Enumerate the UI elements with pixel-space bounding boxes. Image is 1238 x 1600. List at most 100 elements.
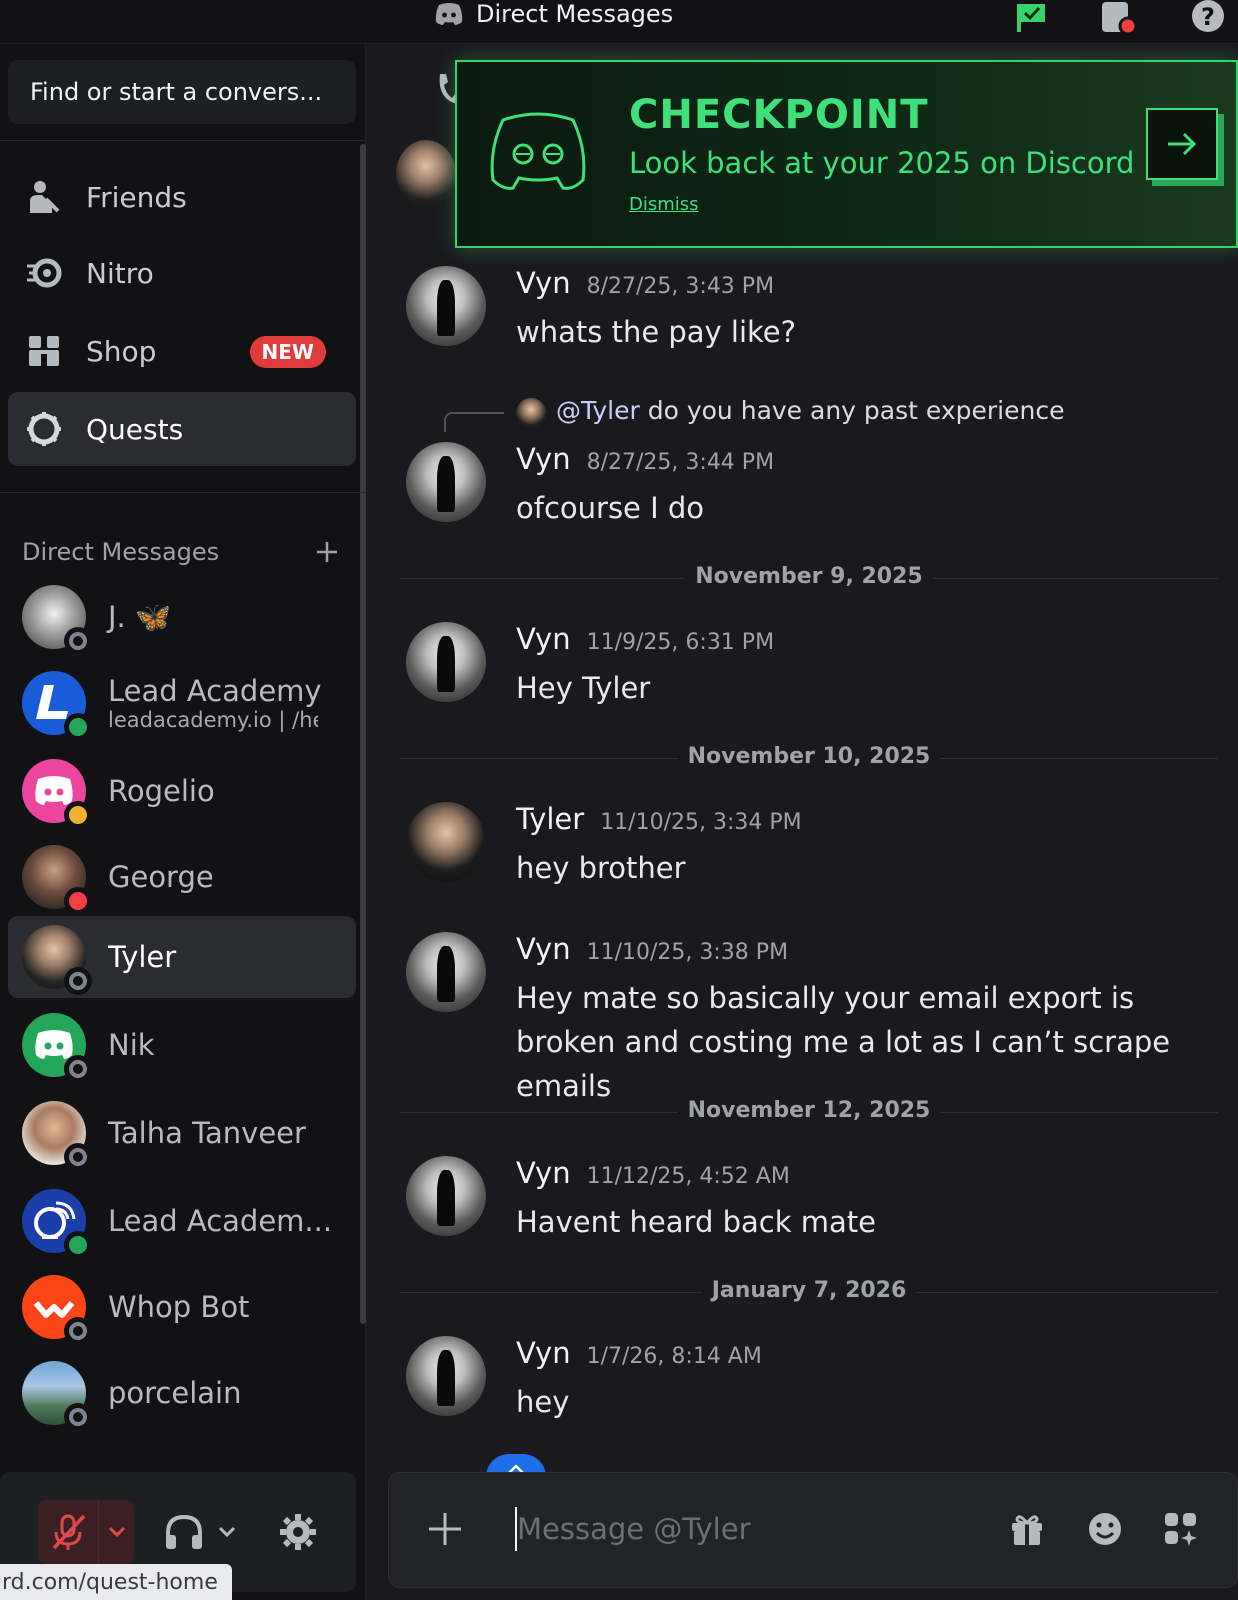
dm-name: Rogelio — [108, 774, 215, 808]
date-divider: November 12, 2025 — [400, 1098, 1218, 1128]
avatar — [22, 671, 92, 741]
headphones-icon[interactable] — [160, 1508, 208, 1556]
dm-name: J. 🦋 — [108, 599, 172, 634]
emoji-icon[interactable] — [1083, 1507, 1127, 1551]
message-text: hey brother — [516, 851, 686, 885]
find-conversation-label: Find or start a convers... — [30, 78, 323, 106]
avatar[interactable] — [406, 1336, 486, 1416]
create-dm-icon[interactable] — [312, 537, 342, 567]
message-text: whats the pay like? — [516, 315, 797, 349]
message-author[interactable]: Vyn — [516, 442, 571, 476]
avatar — [22, 925, 92, 995]
dm-item-lead-academy[interactable]: Lead Academy leadacademy.io | /hel — [8, 662, 356, 744]
avatar[interactable] — [406, 266, 486, 346]
avatar[interactable] — [406, 802, 486, 882]
avatar[interactable] — [406, 442, 486, 522]
chevron-down-icon[interactable] — [212, 1508, 242, 1556]
message-author[interactable]: Vyn — [516, 266, 571, 300]
dismiss-link[interactable]: Dismiss — [629, 194, 699, 215]
message-text: Havent heard back mate — [516, 1205, 876, 1239]
date-divider-label: January 7, 2026 — [400, 1278, 1218, 1303]
reply-context[interactable]: @Tyler do you have any past experience — [444, 396, 1144, 432]
message-author[interactable]: Tyler — [516, 802, 584, 836]
help-icon[interactable]: ? — [1188, 0, 1228, 36]
message[interactable]: Tyler 11/10/25, 3:34 PM hey brother — [406, 802, 1226, 892]
gear-icon[interactable] — [274, 1508, 322, 1556]
avatar — [22, 1189, 92, 1259]
status-online-icon — [64, 1231, 92, 1259]
message-input[interactable] — [517, 1503, 957, 1555]
sidebar-item-nitro[interactable]: Nitro — [8, 236, 356, 310]
checkpoint-banner[interactable]: CHECKPOINT Look back at your 2025 on Dis… — [455, 60, 1238, 248]
message-text: hey — [516, 1385, 570, 1419]
dm-item-lead-academy-2[interactable]: Lead Academ... — [8, 1180, 356, 1262]
status-offline-icon — [64, 1055, 92, 1083]
top-bar: Direct Messages ? — [0, 0, 1238, 44]
status-offline-icon — [64, 1403, 92, 1431]
apps-icon[interactable] — [1159, 1507, 1203, 1551]
status-offline-icon — [64, 1143, 92, 1171]
sidebar-item-quests[interactable]: Quests — [8, 392, 356, 466]
dm-item-whop-bot[interactable]: Whop Bot — [8, 1266, 356, 1348]
sidebar-item-friends[interactable]: Friends — [8, 160, 356, 234]
reply-mention[interactable]: @Tyler — [556, 396, 640, 425]
date-divider-text: November 10, 2025 — [677, 744, 941, 769]
avatar[interactable] — [406, 1156, 486, 1236]
message[interactable]: Vyn 8/27/25, 3:43 PM whats the pay like? — [406, 266, 1226, 356]
dm-item-tyler[interactable]: Tyler — [8, 916, 356, 998]
dm-name: Whop Bot — [108, 1290, 250, 1324]
status-online-icon — [64, 713, 92, 741]
dm-name: Lead Academ... — [108, 1204, 333, 1238]
dm-name: George — [108, 860, 214, 894]
message-text: ofcourse I do — [516, 491, 705, 525]
message[interactable]: Vyn 11/9/25, 6:31 PM Hey Tyler — [406, 622, 1226, 712]
dm-item-rogelio[interactable]: Rogelio — [8, 750, 356, 832]
quest-flag-icon[interactable] — [1012, 0, 1052, 36]
dm-name: porcelain — [108, 1376, 242, 1410]
dm-item-porcelain[interactable]: porcelain — [8, 1352, 356, 1434]
attach-plus-icon[interactable] — [425, 1509, 465, 1549]
date-divider: November 9, 2025 — [400, 564, 1218, 594]
message-author[interactable]: Vyn — [516, 622, 571, 656]
divider — [0, 492, 366, 493]
message[interactable]: Vyn 8/27/25, 3:44 PM ofcourse I do — [406, 442, 1226, 532]
message-author[interactable]: Vyn — [516, 932, 571, 966]
inbox-icon[interactable] — [1098, 0, 1138, 36]
dm-item-j[interactable]: J. 🦋 — [8, 576, 356, 658]
dm-name: Lead Academy — [108, 674, 322, 708]
date-divider-label: November 12, 2025 — [400, 1098, 1218, 1123]
divider — [0, 140, 366, 141]
message-text: Hey Tyler — [516, 671, 651, 705]
avatar[interactable] — [406, 622, 486, 702]
message-text: Hey mate so basically your email export … — [516, 981, 1171, 1103]
sidebar: Find or start a convers... Friends Nitro… — [0, 44, 366, 1600]
reply-excerpt: do you have any past experience — [647, 396, 1065, 425]
open-checkpoint-button[interactable] — [1146, 108, 1218, 180]
chevron-down-icon[interactable] — [98, 1500, 134, 1564]
dm-item-talha-tanveer[interactable]: Talha Tanveer — [8, 1092, 356, 1174]
dm-item-george[interactable]: George — [8, 836, 356, 918]
message-timestamp: 8/27/25, 3:44 PM — [586, 450, 775, 475]
message[interactable]: Vyn 1/7/26, 8:14 AM hey — [406, 1336, 1226, 1426]
message-timestamp: 11/10/25, 3:34 PM — [600, 810, 802, 835]
date-divider: November 10, 2025 — [400, 744, 1218, 774]
message[interactable]: Vyn 11/12/25, 4:52 AM Havent heard back m… — [406, 1156, 1226, 1246]
avatar[interactable] — [406, 932, 486, 1012]
dm-item-nik[interactable]: Nik — [8, 1004, 356, 1086]
message-timestamp: 8/27/25, 3:43 PM — [586, 274, 775, 299]
dm-name: Nik — [108, 1028, 155, 1062]
unmute-button[interactable] — [38, 1500, 134, 1564]
status-dnd-icon — [64, 887, 92, 915]
message[interactable]: Vyn 11/10/25, 3:38 PM Hey mate so basical… — [406, 932, 1226, 1103]
microphone-muted-icon — [38, 1500, 98, 1564]
avatar — [22, 845, 92, 915]
gift-icon[interactable] — [1005, 1507, 1049, 1551]
find-conversation-button[interactable]: Find or start a convers... — [8, 60, 356, 124]
message-author[interactable]: Vyn — [516, 1336, 571, 1370]
date-divider-text: November 9, 2025 — [685, 564, 933, 589]
message-author[interactable]: Vyn — [516, 1156, 571, 1190]
sidebar-item-label: Nitro — [86, 256, 154, 290]
sidebar-item-shop[interactable]: Shop NEW — [8, 314, 356, 388]
avatar — [22, 1361, 92, 1431]
banner-subtitle: Look back at your 2025 on Discord — [629, 146, 1135, 180]
